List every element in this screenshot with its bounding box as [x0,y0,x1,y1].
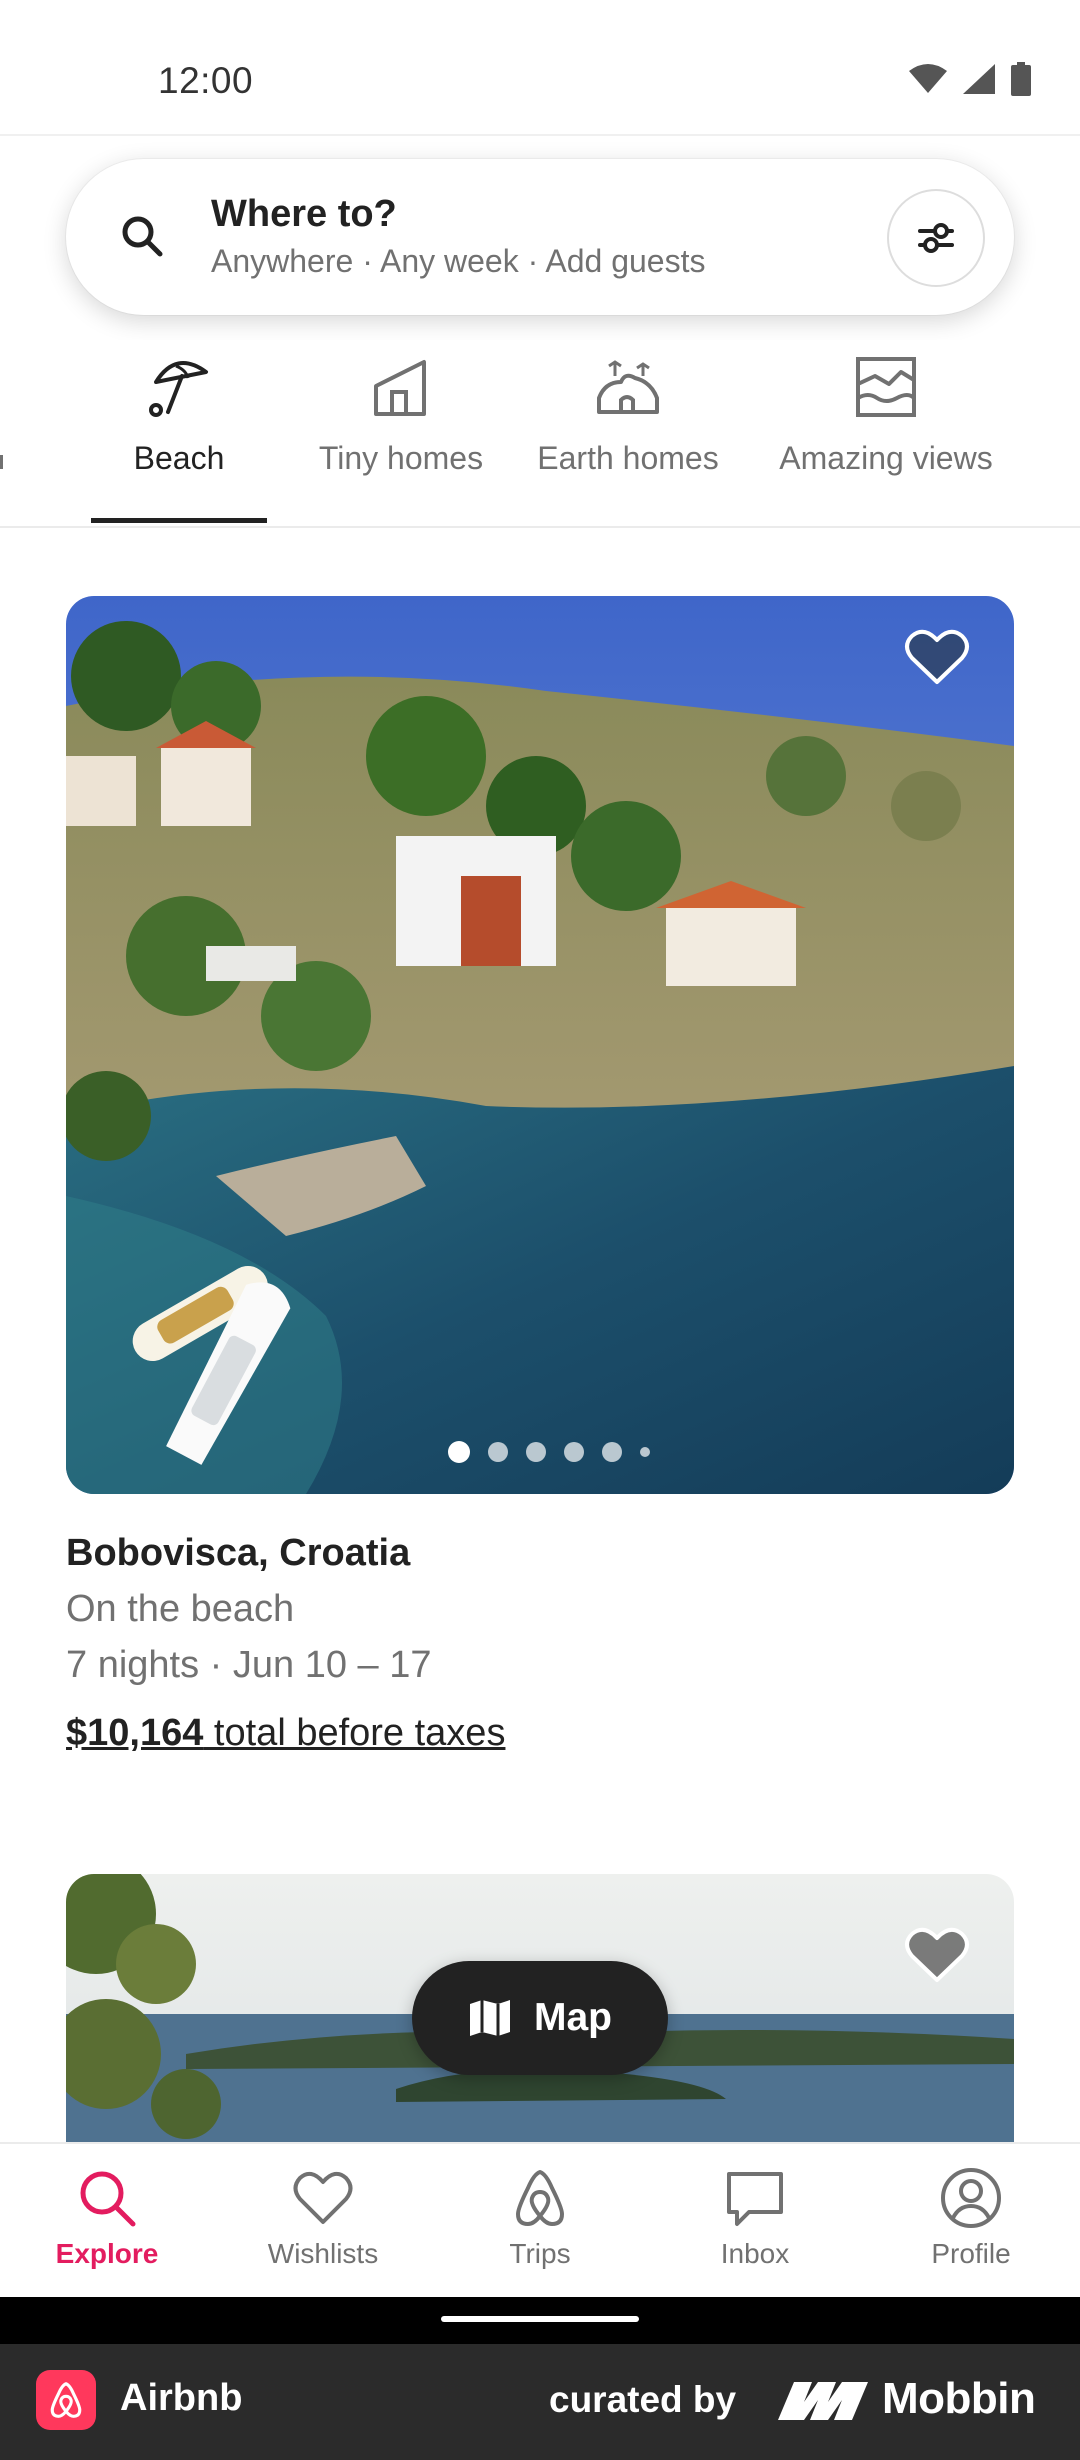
category-label: Earth homes [537,440,719,476]
category-tab-earth-homes[interactable]: Earth homes [522,340,734,528]
home-gesture-handle[interactable] [441,2316,639,2322]
footer-curated-by: curated by [549,2379,737,2420]
earth-home-icon [597,360,659,414]
save-to-wishlist-heart-icon[interactable] [904,1924,970,1984]
status-time: 12:00 [158,60,254,101]
carousel-dot [488,1442,508,1462]
carousel-dot [602,1442,622,1462]
nav-profile[interactable]: Profile [871,2144,1071,2299]
category-tab-amazing-views[interactable]: Amazing views [760,340,1012,528]
carousel-dot [640,1447,650,1457]
carousel-dot [564,1442,584,1462]
amazing-views-icon [856,357,916,417]
sliders-icon [918,223,954,253]
profile-icon [941,2168,1001,2228]
bottom-navigation: Explore Wishlists Trips Inbox Profile [0,2142,1080,2297]
wifi-icon [909,64,947,93]
previous-category-edge [0,455,3,469]
nav-label: Inbox [720,2238,790,2269]
active-category-indicator [91,518,267,523]
nav-trips[interactable]: Trips [440,2144,640,2299]
airbnb-logo-icon [36,2370,96,2430]
mobbin-logo-icon [778,2382,868,2420]
chat-bubble-icon [727,2172,783,2226]
map-button-label: Map [534,1996,612,2039]
listing-price[interactable]: $10,164 total before taxes [66,1712,505,1755]
nav-label: Trips [509,2238,571,2269]
nav-explore[interactable]: Explore [7,2144,207,2299]
listing-location[interactable]: Bobovisca, Croatia [66,1532,410,1575]
airbnb-trips-icon [516,2170,564,2226]
map-button[interactable]: Map [412,1961,668,2075]
status-bar: 12:00 [0,0,1080,136]
map-icon [470,2000,510,2036]
nav-label: Wishlists [267,2238,379,2269]
listing-description: On the beach [66,1588,295,1630]
nav-inbox[interactable]: Inbox [655,2144,855,2299]
price-amount: $10,164 [66,1712,204,1754]
nav-label: Explore [55,2238,159,2269]
search-icon [80,2171,136,2227]
tiny-home-icon [374,360,426,416]
category-tab-tiny-homes[interactable]: Tiny homes [296,340,506,528]
photo-carousel-dots [448,1441,650,1463]
search-icon [122,216,163,257]
nav-label: Profile [931,2238,1011,2269]
heart-icon [293,2171,353,2224]
price-suffix: total before taxes [203,1712,506,1754]
status-icons [908,62,1032,96]
listing-photo-image [66,596,1014,1494]
category-label: Beach [133,440,225,476]
category-label: Amazing views [779,440,993,476]
footer-brand: Mobbin [882,2374,1036,2423]
carousel-dot [526,1442,546,1462]
beach-umbrella-icon [149,361,208,417]
listing-photo[interactable] [66,596,1014,1494]
search-subtitle[interactable]: Anywhere · Any week · Add guests [211,243,705,280]
carousel-dot [448,1441,470,1463]
category-label: Tiny homes [318,440,484,476]
category-tab-beach[interactable]: Beach [91,340,267,528]
category-tabs: Beach Tiny homes Earth homes Amazing vie… [0,340,1080,528]
filters-button[interactable] [887,189,985,287]
footer-app-name: Airbnb [120,2377,243,2419]
search-title[interactable]: Where to? [211,193,397,236]
save-to-wishlist-heart-icon[interactable] [904,626,970,686]
search-bar[interactable] [66,159,1014,315]
listing-dates: 7 nights · Jun 10 – 17 [66,1644,432,1686]
nav-wishlists[interactable]: Wishlists [223,2144,423,2299]
cellular-signal-icon [963,64,995,94]
battery-icon [1011,62,1031,96]
